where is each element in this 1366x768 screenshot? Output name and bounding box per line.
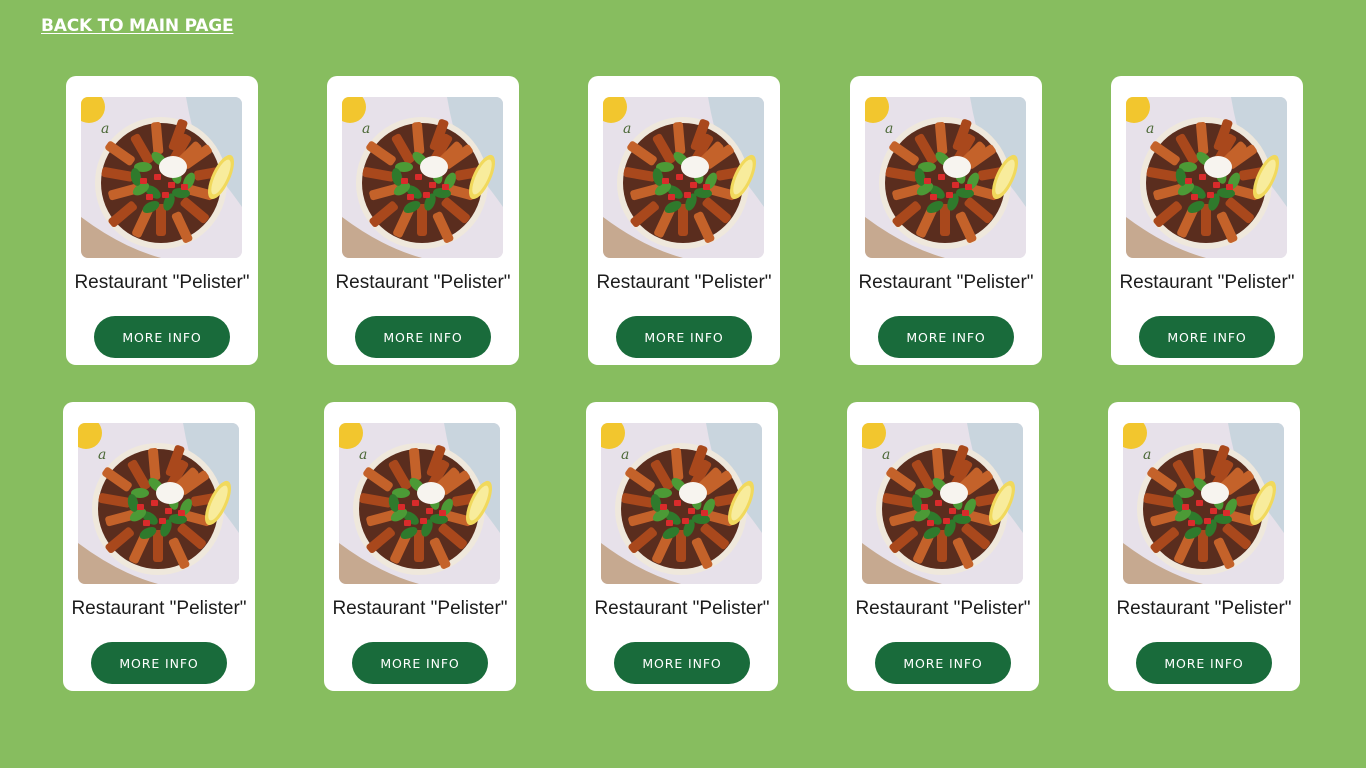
food-bowl-image: a — [862, 423, 1023, 584]
svg-text:a: a — [621, 447, 629, 463]
more-info-button[interactable]: MORE INFO — [614, 642, 750, 684]
restaurant-card: a Restaurant "Pelister" MORE INFO — [586, 402, 778, 691]
restaurant-name: Restaurant "Pelister" — [1119, 272, 1295, 293]
restaurant-card: a Restaurant "Pelister" MORE INFO — [66, 76, 258, 365]
more-info-button[interactable]: MORE INFO — [875, 642, 1011, 684]
restaurant-card: a Restaurant "Pelister" MORE INFO — [327, 76, 519, 365]
restaurant-card: a Restaurant "Pelister" MORE INFO — [63, 402, 255, 691]
food-bowl-image: a — [603, 97, 764, 258]
svg-text:a: a — [1146, 121, 1154, 137]
food-bowl-image: a — [78, 423, 239, 584]
back-to-main-link[interactable]: BACK TO MAIN PAGE — [41, 16, 234, 36]
svg-text:a: a — [98, 447, 106, 463]
restaurant-card: a Restaurant "Pelister" MORE INFO — [1111, 76, 1303, 365]
restaurant-name: Restaurant "Pelister" — [1116, 598, 1292, 619]
restaurant-name: Restaurant "Pelister" — [596, 272, 772, 293]
more-info-button[interactable]: MORE INFO — [91, 642, 227, 684]
more-info-button[interactable]: MORE INFO — [1139, 316, 1275, 358]
svg-text:a: a — [885, 121, 893, 137]
svg-text:a: a — [882, 447, 890, 463]
food-bowl-image: a — [81, 97, 242, 258]
more-info-button[interactable]: MORE INFO — [352, 642, 488, 684]
more-info-button[interactable]: MORE INFO — [1136, 642, 1272, 684]
svg-text:a: a — [362, 121, 370, 137]
restaurant-name: Restaurant "Pelister" — [594, 598, 770, 619]
food-bowl-image: a — [601, 423, 762, 584]
svg-text:a: a — [1143, 447, 1151, 463]
more-info-button[interactable]: MORE INFO — [878, 316, 1014, 358]
restaurant-card: a Restaurant "Pelister" MORE INFO — [324, 402, 516, 691]
more-info-button[interactable]: MORE INFO — [355, 316, 491, 358]
restaurant-name: Restaurant "Pelister" — [858, 272, 1034, 293]
food-bowl-image: a — [1126, 97, 1287, 258]
restaurant-name: Restaurant "Pelister" — [335, 272, 511, 293]
svg-text:a: a — [623, 121, 631, 137]
restaurant-card: a Restaurant "Pelister" MORE INFO — [588, 76, 780, 365]
svg-text:a: a — [101, 121, 109, 137]
food-bowl-image: a — [339, 423, 500, 584]
svg-text:a: a — [359, 447, 367, 463]
food-bowl-image: a — [865, 97, 1026, 258]
restaurant-card: a Restaurant "Pelister" MORE INFO — [850, 76, 1042, 365]
restaurant-name: Restaurant "Pelister" — [71, 598, 247, 619]
restaurant-name: Restaurant "Pelister" — [332, 598, 508, 619]
food-bowl-image: a — [342, 97, 503, 258]
food-bowl-image: a — [1123, 423, 1284, 584]
more-info-button[interactable]: MORE INFO — [616, 316, 752, 358]
restaurant-name: Restaurant "Pelister" — [74, 272, 250, 293]
restaurant-card: a Restaurant "Pelister" MORE INFO — [1108, 402, 1300, 691]
restaurant-name: Restaurant "Pelister" — [855, 598, 1031, 619]
more-info-button[interactable]: MORE INFO — [94, 316, 230, 358]
restaurant-card: a Restaurant "Pelister" MORE INFO — [847, 402, 1039, 691]
